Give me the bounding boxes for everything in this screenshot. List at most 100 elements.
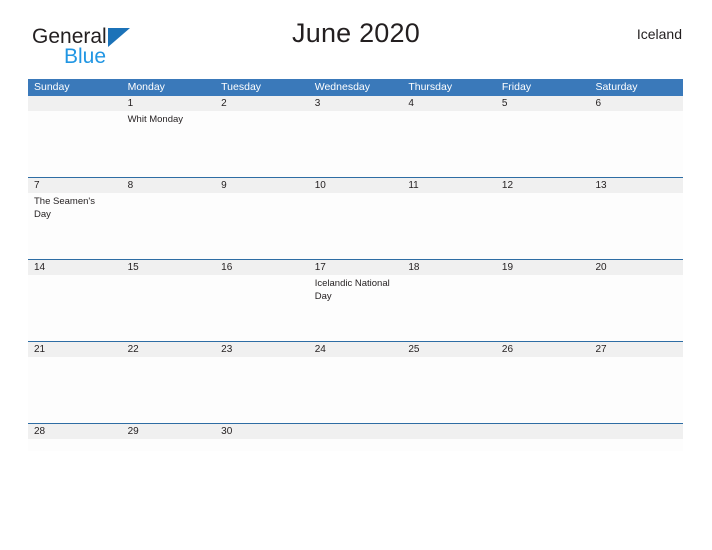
locale-label: Iceland xyxy=(636,26,682,42)
holiday-label: Icelandic National Day xyxy=(314,278,390,302)
day-cell[interactable] xyxy=(496,439,590,451)
day-cell[interactable] xyxy=(589,275,683,341)
day-cell[interactable] xyxy=(402,357,496,423)
day-number-26[interactable]: 26 xyxy=(496,342,590,357)
logo-word-blue: Blue xyxy=(64,45,107,68)
day-number-6[interactable]: 6 xyxy=(589,96,683,111)
day-number-empty xyxy=(28,96,122,111)
calendar-week-row: 1 2 3 4 5 6 Whit Monday xyxy=(28,96,683,177)
weekday-header-tuesday: Tuesday xyxy=(221,81,262,93)
day-number-9[interactable]: 9 xyxy=(215,178,309,193)
day-number-27[interactable]: 27 xyxy=(589,342,683,357)
day-number-7[interactable]: 7 xyxy=(28,178,122,193)
weekday-header-friday: Friday xyxy=(501,81,532,93)
day-cell[interactable] xyxy=(28,357,122,423)
day-cell[interactable] xyxy=(589,357,683,423)
weekday-header-saturday: Saturday xyxy=(595,81,638,93)
day-number-19[interactable]: 19 xyxy=(496,260,590,275)
week-event-band: The Seamen's Day xyxy=(28,193,683,259)
day-number-21[interactable]: 21 xyxy=(28,342,122,357)
page-header: General Blue June 2020 Iceland xyxy=(28,0,684,67)
weekday-header-wednesday: Wednesday xyxy=(314,81,370,93)
week-event-band xyxy=(28,357,683,423)
day-cell[interactable] xyxy=(215,357,309,423)
weekday-header-row: Sunday Monday Tuesday Wednesday Thursday Frid… xyxy=(28,79,683,96)
day-cell[interactable] xyxy=(402,275,496,341)
day-cell[interactable] xyxy=(122,357,216,423)
day-number-3[interactable]: 3 xyxy=(309,96,403,111)
week-event-band xyxy=(28,439,683,451)
weekday-header-sunday: Sunday xyxy=(34,81,70,93)
day-cell[interactable] xyxy=(28,111,122,177)
day-number-5[interactable]: 5 xyxy=(496,96,590,111)
week-date-band: 28 29 30 xyxy=(28,424,683,439)
weekday-header-thursday: Thursday xyxy=(408,81,453,93)
day-number-17[interactable]: 17 xyxy=(309,260,403,275)
day-number-29[interactable]: 29 xyxy=(122,424,216,439)
day-number-20[interactable]: 20 xyxy=(589,260,683,275)
day-number-30[interactable]: 30 xyxy=(215,424,309,439)
day-cell[interactable] xyxy=(589,439,683,451)
calendar-week-row: 21 22 23 24 25 26 27 xyxy=(28,341,683,423)
day-cell[interactable] xyxy=(402,193,496,259)
day-number-empty xyxy=(589,424,683,439)
day-cell[interactable] xyxy=(402,111,496,177)
day-cell[interactable] xyxy=(28,439,122,451)
calendar-week-row: 28 29 30 xyxy=(28,423,683,451)
day-cell[interactable] xyxy=(309,439,403,451)
day-number-16[interactable]: 16 xyxy=(215,260,309,275)
day-number-10[interactable]: 10 xyxy=(309,178,403,193)
day-number-2[interactable]: 2 xyxy=(215,96,309,111)
day-number-14[interactable]: 14 xyxy=(28,260,122,275)
week-date-band: 7 8 9 10 11 12 13 xyxy=(28,178,683,193)
day-number-24[interactable]: 24 xyxy=(309,342,403,357)
week-event-band: Icelandic National Day xyxy=(28,275,683,341)
day-cell[interactable] xyxy=(28,275,122,341)
day-cell[interactable]: The Seamen's Day xyxy=(28,193,122,259)
day-number-15[interactable]: 15 xyxy=(122,260,216,275)
week-date-band: 123456 xyxy=(28,96,683,111)
day-cell[interactable] xyxy=(215,439,309,451)
day-cell[interactable] xyxy=(215,193,309,259)
day-number-8[interactable]: 8 xyxy=(122,178,216,193)
day-cell[interactable] xyxy=(215,111,309,177)
calendar-week-row: 7 8 9 10 11 12 13 The Seamen's Day xyxy=(28,177,683,259)
calendar-grid: Sunday Monday Tuesday Wednesday Thursday Frid… xyxy=(28,79,683,451)
day-cell[interactable] xyxy=(122,193,216,259)
day-cell[interactable] xyxy=(309,111,403,177)
day-number-23[interactable]: 23 xyxy=(215,342,309,357)
day-number-4[interactable]: 4 xyxy=(402,96,496,111)
day-number-28[interactable]: 28 xyxy=(28,424,122,439)
week-event-band: Whit Monday xyxy=(28,111,683,177)
page-title: June 2020 xyxy=(292,18,420,48)
day-cell[interactable] xyxy=(215,275,309,341)
day-number-18[interactable]: 18 xyxy=(402,260,496,275)
calendar-weeks: 1 2 3 4 5 6 Whit Monday 7 8 9 10 11 12 13 The Seamen's… xyxy=(28,96,683,451)
day-number-11[interactable]: 11 xyxy=(402,178,496,193)
calendar-page: General Blue June 2020 Iceland Sunday Mon… xyxy=(0,0,712,550)
day-number-12[interactable]: 12 xyxy=(496,178,590,193)
day-cell[interactable] xyxy=(309,193,403,259)
day-cell[interactable] xyxy=(122,275,216,341)
day-number-empty xyxy=(309,424,403,439)
day-cell[interactable] xyxy=(496,193,590,259)
day-number-empty xyxy=(402,424,496,439)
day-cell[interactable] xyxy=(309,357,403,423)
day-number-1[interactable]: 1 xyxy=(122,96,216,111)
day-cell[interactable] xyxy=(589,111,683,177)
day-cell[interactable] xyxy=(496,111,590,177)
day-cell[interactable]: Icelandic National Day xyxy=(309,275,403,341)
day-number-22[interactable]: 22 xyxy=(122,342,216,357)
day-cell[interactable] xyxy=(496,357,590,423)
weekday-header-monday: Monday xyxy=(127,81,165,93)
day-number-25[interactable]: 25 xyxy=(402,342,496,357)
day-number-13[interactable]: 13 xyxy=(589,178,683,193)
holiday-label: The Seamen's Day xyxy=(34,196,95,220)
day-cell[interactable]: Whit Monday xyxy=(122,111,216,177)
day-cell[interactable] xyxy=(496,275,590,341)
day-cell[interactable] xyxy=(122,439,216,451)
day-cell[interactable] xyxy=(402,439,496,451)
day-cell[interactable] xyxy=(589,193,683,259)
week-date-band: 14 15 16 17 18 19 20 xyxy=(28,260,683,275)
day-number-empty xyxy=(496,424,590,439)
